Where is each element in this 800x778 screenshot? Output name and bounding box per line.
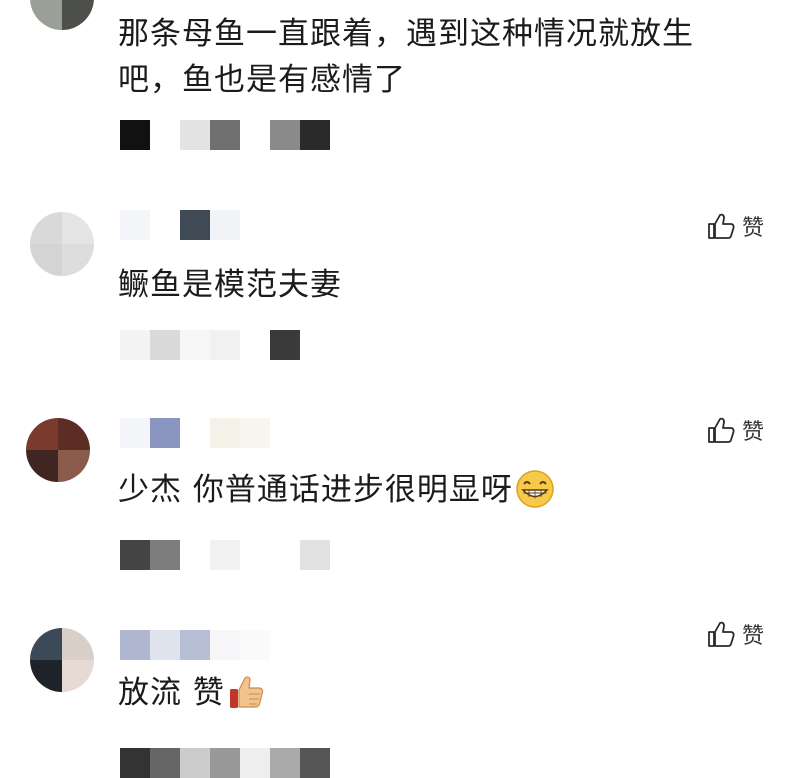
avatar[interactable] bbox=[30, 212, 94, 276]
comment-text-content: 少杰 你普通话进步很明显呀 bbox=[118, 472, 513, 508]
thumbs-up-icon bbox=[229, 675, 264, 708]
comment-text: 那条母鱼一直跟着，遇到这种情况就放生 吧，鱼也是有感情了 bbox=[118, 12, 694, 102]
mosaic-block bbox=[150, 330, 180, 360]
mosaic-block bbox=[120, 120, 150, 150]
mosaic-block bbox=[210, 120, 240, 150]
comment-meta bbox=[120, 120, 330, 150]
mosaic-block bbox=[240, 120, 270, 150]
mosaic-block bbox=[270, 330, 300, 360]
mosaic-block bbox=[120, 540, 150, 570]
like-label: 赞 bbox=[742, 216, 765, 241]
mosaic-block bbox=[120, 210, 150, 240]
mosaic-block bbox=[180, 630, 210, 660]
comment-text-line: 吧，鱼也是有感情了 bbox=[118, 62, 406, 98]
like-label: 赞 bbox=[742, 420, 765, 445]
comment-meta bbox=[120, 330, 300, 360]
mosaic-block bbox=[150, 210, 180, 240]
mosaic-block bbox=[300, 120, 330, 150]
mosaic-block bbox=[300, 748, 330, 778]
mosaic-block bbox=[300, 540, 330, 570]
mosaic-block bbox=[270, 120, 300, 150]
comment-text-line: 那条母鱼一直跟着，遇到这种情况就放生 bbox=[118, 16, 694, 52]
thumbs-up-outline-icon bbox=[708, 621, 735, 647]
avatar[interactable] bbox=[26, 418, 90, 482]
username[interactable] bbox=[120, 210, 240, 240]
username[interactable] bbox=[120, 630, 270, 660]
mosaic-block bbox=[270, 748, 300, 778]
mosaic-block bbox=[120, 418, 150, 448]
mosaic-block bbox=[180, 330, 210, 360]
mosaic-block bbox=[180, 120, 210, 150]
thumbs-up-outline-icon bbox=[708, 213, 735, 239]
mosaic-block bbox=[180, 418, 210, 448]
mosaic-block bbox=[120, 630, 150, 660]
mosaic-block bbox=[120, 330, 150, 360]
like-label: 赞 bbox=[742, 624, 765, 649]
mosaic-block bbox=[180, 748, 210, 778]
comment-text: 少杰 你普通话进步很明显呀 bbox=[118, 468, 555, 512]
mosaic-block bbox=[180, 210, 210, 240]
mosaic-block bbox=[210, 210, 240, 240]
mosaic-block bbox=[210, 748, 240, 778]
username[interactable] bbox=[120, 418, 270, 448]
mosaic-block bbox=[240, 540, 270, 570]
comment-text: 鳜鱼是模范夫妻 bbox=[118, 267, 342, 303]
mosaic-block bbox=[150, 120, 180, 150]
mosaic-block bbox=[150, 630, 180, 660]
like-button[interactable]: 赞 bbox=[706, 618, 764, 650]
avatar[interactable] bbox=[30, 0, 94, 30]
comment-meta bbox=[120, 540, 330, 570]
mosaic-block bbox=[180, 540, 210, 570]
comment-meta bbox=[120, 748, 330, 778]
mosaic-block bbox=[210, 330, 240, 360]
thumbs-up-outline-icon bbox=[708, 417, 735, 443]
mosaic-block bbox=[240, 630, 270, 660]
grinning-face-icon bbox=[516, 469, 554, 508]
mosaic-block bbox=[210, 418, 240, 448]
mosaic-block bbox=[210, 630, 240, 660]
mosaic-block bbox=[150, 540, 180, 570]
mosaic-block bbox=[150, 418, 180, 448]
mosaic-block bbox=[210, 540, 240, 570]
mosaic-block bbox=[120, 748, 150, 778]
like-button[interactable]: 赞 bbox=[706, 210, 764, 242]
mosaic-block bbox=[270, 540, 300, 570]
comment-text: 放流 赞 bbox=[118, 671, 267, 715]
avatar[interactable] bbox=[30, 628, 94, 692]
mosaic-block bbox=[240, 748, 270, 778]
mosaic-block bbox=[240, 418, 270, 448]
like-button[interactable]: 赞 bbox=[706, 414, 764, 446]
comment-text-content: 放流 赞 bbox=[118, 675, 225, 711]
mosaic-block bbox=[150, 748, 180, 778]
mosaic-block bbox=[240, 330, 270, 360]
